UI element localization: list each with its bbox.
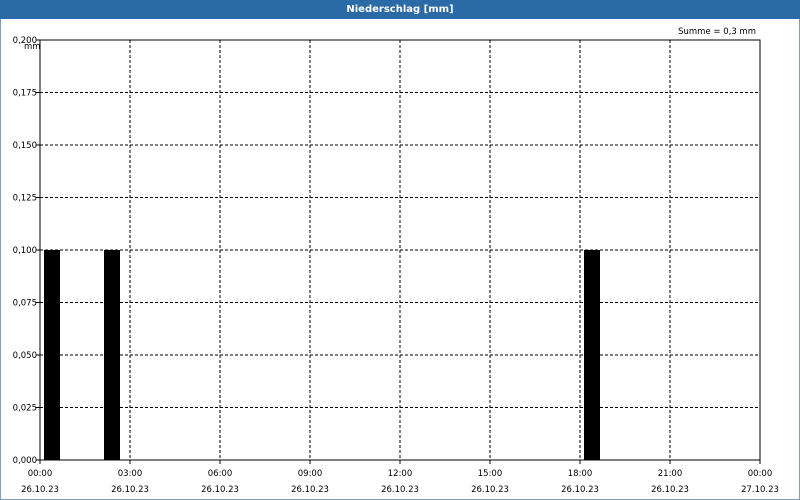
x-tick-time-label: 00:00 <box>748 469 773 479</box>
x-tick-time-label: 06:00 <box>208 469 233 479</box>
x-tick-time-label: 09:00 <box>298 469 323 479</box>
precipitation-bar <box>584 250 600 460</box>
y-tick-label: 0,125 <box>13 194 37 204</box>
y-tick-label: 0,200 <box>13 36 37 46</box>
x-tick-date-label: 26.10.23 <box>291 485 329 495</box>
x-tick-date-label: 26.10.23 <box>471 485 509 495</box>
precipitation-bar <box>44 250 60 460</box>
sum-label: Summe = 0,3 mm <box>678 27 756 37</box>
y-tick-label: 0,050 <box>13 351 37 361</box>
x-tick-time-label: 03:00 <box>118 469 143 479</box>
x-tick-date-label: 26.10.23 <box>21 485 59 495</box>
x-tick-date-label: 27.10.23 <box>741 485 779 495</box>
x-tick-date-label: 26.10.23 <box>381 485 419 495</box>
y-tick-label: 0,025 <box>13 404 37 414</box>
y-tick-label: 0,150 <box>13 141 37 151</box>
x-tick-time-label: 00:00 <box>28 469 53 479</box>
y-tick-label: 0,075 <box>13 299 37 309</box>
x-tick-time-label: 18:00 <box>568 469 593 479</box>
x-tick-date-label: 26.10.23 <box>111 485 149 495</box>
x-tick-date-label: 26.10.23 <box>561 485 599 495</box>
x-tick-date-label: 26.10.23 <box>651 485 689 495</box>
x-tick-time-label: 21:00 <box>658 469 683 479</box>
chart-svg: Summe = 0,3 mm mm 0,0000,0250,0500,0750,… <box>13 27 779 495</box>
y-tick-label: 0,100 <box>13 246 37 256</box>
x-tick-time-label: 12:00 <box>388 469 413 479</box>
x-tick-date-label: 26.10.23 <box>201 485 239 495</box>
y-tick-label: 0,000 <box>13 456 37 466</box>
precipitation-bar <box>104 250 120 460</box>
y-tick-label: 0,175 <box>13 89 37 99</box>
x-tick-time-label: 15:00 <box>478 469 503 479</box>
